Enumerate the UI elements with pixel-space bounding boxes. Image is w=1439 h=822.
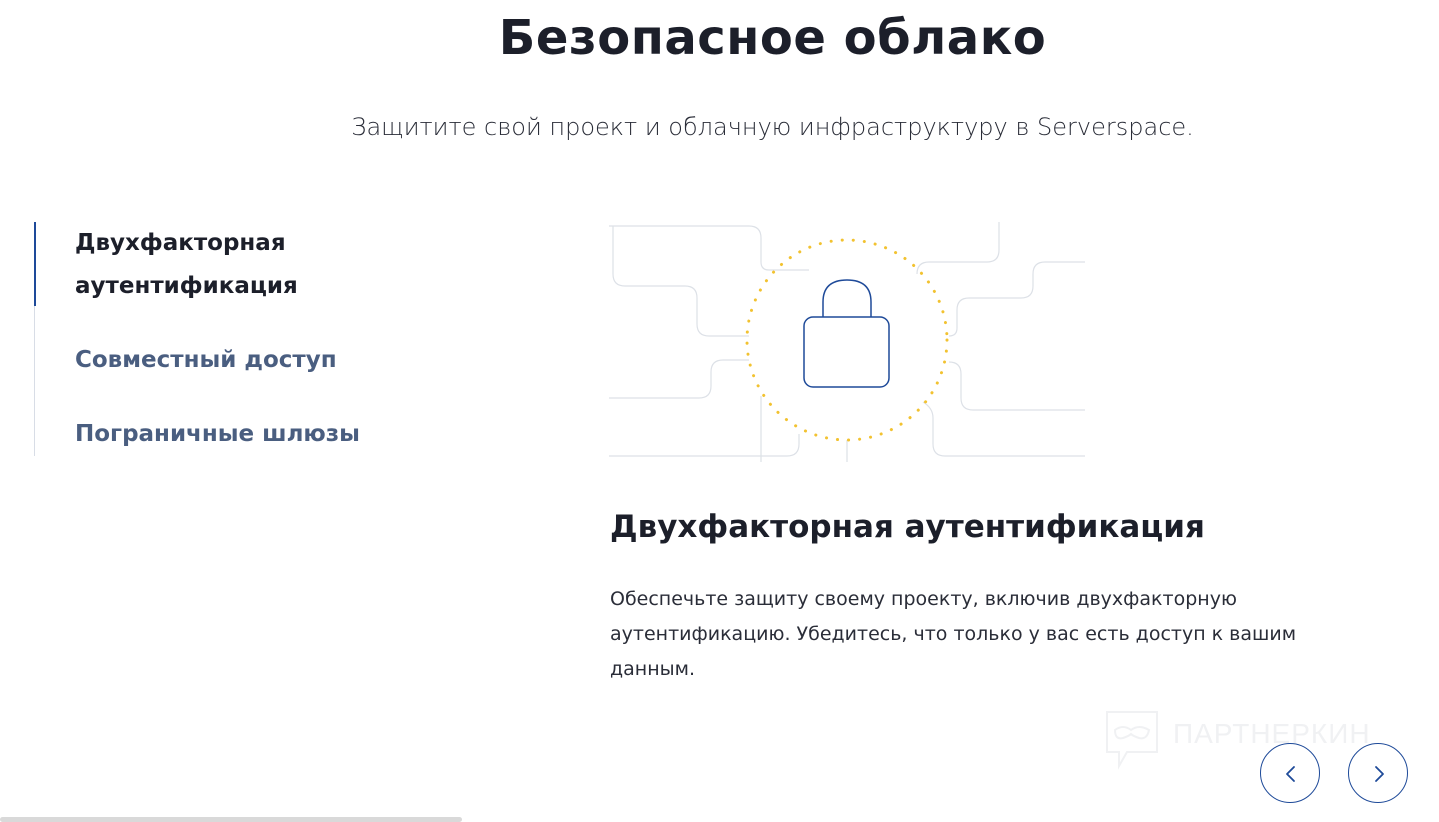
prev-button[interactable] xyxy=(1260,743,1320,803)
horizontal-scrollbar[interactable] xyxy=(0,817,462,822)
circuit-lines xyxy=(609,222,1085,462)
tab-two-factor-auth[interactable]: Двухфакторная аутентификация xyxy=(75,222,375,308)
tab-edge-gateways[interactable]: Пограничные шлюзы xyxy=(75,413,360,456)
lock-icon xyxy=(803,279,890,388)
page-subtitle: Защитите свой проект и облачную инфрастр… xyxy=(351,113,1194,141)
content-title: Двухфакторная аутентификация xyxy=(610,509,1205,545)
watermark-mask-icon xyxy=(1106,711,1158,770)
content-description: Обеспечьте защиту своему проекту, включи… xyxy=(610,588,1297,680)
next-button[interactable] xyxy=(1348,743,1408,803)
page-title: Безопасное облако xyxy=(498,10,1047,66)
chevron-left-icon xyxy=(1286,766,1295,782)
security-illustration xyxy=(609,222,1085,462)
chevron-right-icon xyxy=(1375,766,1384,782)
tab-shared-access[interactable]: Совместный доступ xyxy=(75,339,337,382)
feature-tabs: Двухфакторная аутентификация Совместный … xyxy=(34,222,475,456)
active-tab-indicator xyxy=(34,222,36,306)
